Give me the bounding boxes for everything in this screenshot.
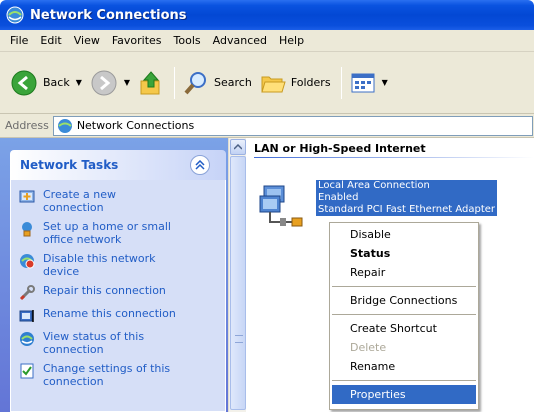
menu-favorites[interactable]: Favorites [106, 34, 168, 47]
network-tasks-list: Create a new connection Set up a home or… [10, 180, 226, 412]
back-button[interactable]: Back ▼ [10, 69, 82, 97]
menu-view[interactable]: View [68, 34, 106, 47]
network-tasks-panel: Network Tasks Create a new connection Se… [10, 150, 226, 412]
forward-arrow-icon [91, 70, 117, 95]
task-repair-connection[interactable]: Repair this connection [19, 284, 219, 301]
scroll-up-arrow-icon [234, 144, 242, 150]
back-arrow-icon [11, 70, 37, 95]
home-network-icon [22, 222, 32, 237]
disable-device-icon [20, 254, 35, 269]
menu-item-rename[interactable]: Rename [332, 357, 476, 376]
menu-file[interactable]: File [4, 34, 34, 47]
address-input[interactable]: Network Connections [52, 115, 533, 136]
group-header: LAN or High-Speed Internet [254, 142, 426, 155]
task-label: Create a new connection [43, 188, 117, 214]
views-icon [351, 73, 375, 92]
toolbar-separator [174, 66, 176, 99]
forward-dropdown-icon[interactable]: ▼ [124, 78, 130, 87]
menu-item-delete: Delete [350, 341, 387, 354]
up-folder-icon [140, 70, 160, 94]
task-home-network[interactable]: Set up a home or small office network [19, 220, 219, 246]
connection-name: Local Area Connection [318, 180, 430, 191]
scroll-up-button[interactable] [230, 139, 246, 155]
search-button[interactable]: Search [183, 70, 252, 96]
task-rename-connection[interactable]: Rename this connection [19, 307, 219, 324]
menu-item-status[interactable]: Status [332, 244, 476, 263]
search-label: Search [214, 76, 252, 89]
network-tasks-header[interactable]: Network Tasks [10, 150, 226, 180]
task-label: Disable this network device [43, 252, 156, 278]
network-tasks-title: Network Tasks [20, 158, 119, 172]
title-bar[interactable]: Network Connections [0, 0, 534, 30]
group-divider [254, 157, 534, 158]
menu-item-create-shortcut[interactable]: Create Shortcut [332, 319, 476, 338]
vertical-scrollbar[interactable] [228, 138, 246, 412]
task-disable-device[interactable]: Disable this network device [19, 252, 219, 278]
scrollbar-grip [235, 335, 243, 343]
menu-advanced[interactable]: Advanced [207, 34, 273, 47]
scrollbar-thumb[interactable] [230, 156, 246, 410]
views-dropdown-icon[interactable]: ▼ [382, 78, 388, 87]
task-label: Rename this connection [43, 307, 176, 320]
status-icon [20, 332, 34, 346]
network-connections-icon [57, 118, 72, 133]
menu-bar: File Edit View Favorites Tools Advanced … [0, 30, 534, 52]
collapse-chevron-icon[interactable] [190, 155, 210, 175]
address-bar: Address Network Connections [0, 114, 534, 138]
lan-connection-icon[interactable] [256, 180, 308, 232]
menu-separator [332, 380, 476, 381]
menu-separator [332, 286, 476, 287]
window-title: Network Connections [30, 7, 187, 23]
task-label: Change settings of this connection [43, 362, 171, 388]
menu-item-properties[interactable]: Properties [332, 385, 476, 404]
menu-item-bridge-connections[interactable]: Bridge Connections [332, 291, 476, 310]
connection-status: Enabled [318, 192, 359, 203]
menu-tools[interactable]: Tools [168, 34, 207, 47]
new-connection-icon [19, 190, 35, 203]
task-pane: Network Tasks Create a new connection Se… [0, 138, 236, 412]
task-create-connection[interactable]: Create a new connection [19, 188, 219, 214]
context-menu: Disable Status Repair Bridge Connections… [329, 222, 479, 410]
back-label: Back [43, 76, 70, 89]
menu-help[interactable]: Help [273, 34, 310, 47]
toolbar-separator [340, 66, 342, 99]
menu-item-repair[interactable]: Repair [332, 263, 476, 282]
connection-device: Standard PCI Fast Ethernet Adapter [318, 204, 496, 215]
menu-separator [332, 314, 476, 315]
task-change-settings[interactable]: Change settings of this connection [19, 362, 219, 388]
address-label: Address [5, 119, 49, 132]
up-button[interactable] [138, 69, 164, 97]
folders-label: Folders [290, 76, 331, 89]
lan-connection-label[interactable]: Local Area Connection Enabled Standard P… [316, 180, 498, 216]
menu-edit[interactable]: Edit [34, 34, 67, 47]
task-label: View status of this connection [43, 330, 145, 356]
toolbar: Back ▼ ▼ Search Folders ▼ [0, 52, 534, 114]
address-value: Network Connections [76, 119, 195, 132]
task-label: Set up a home or small office network [43, 220, 171, 246]
task-label: Repair this connection [43, 284, 166, 297]
search-icon [184, 71, 207, 94]
rename-icon [19, 310, 34, 322]
menu-item-disable[interactable]: Disable [332, 225, 476, 244]
views-button[interactable]: ▼ [350, 71, 388, 95]
back-dropdown-icon[interactable]: ▼ [76, 78, 82, 87]
settings-icon [20, 363, 34, 379]
network-connections-icon [6, 6, 24, 24]
forward-button[interactable]: ▼ [90, 69, 130, 97]
task-view-status[interactable]: View status of this connection [19, 330, 219, 356]
repair-icon [19, 285, 35, 301]
folders-button[interactable]: Folders [260, 70, 331, 96]
folders-icon [261, 76, 286, 92]
